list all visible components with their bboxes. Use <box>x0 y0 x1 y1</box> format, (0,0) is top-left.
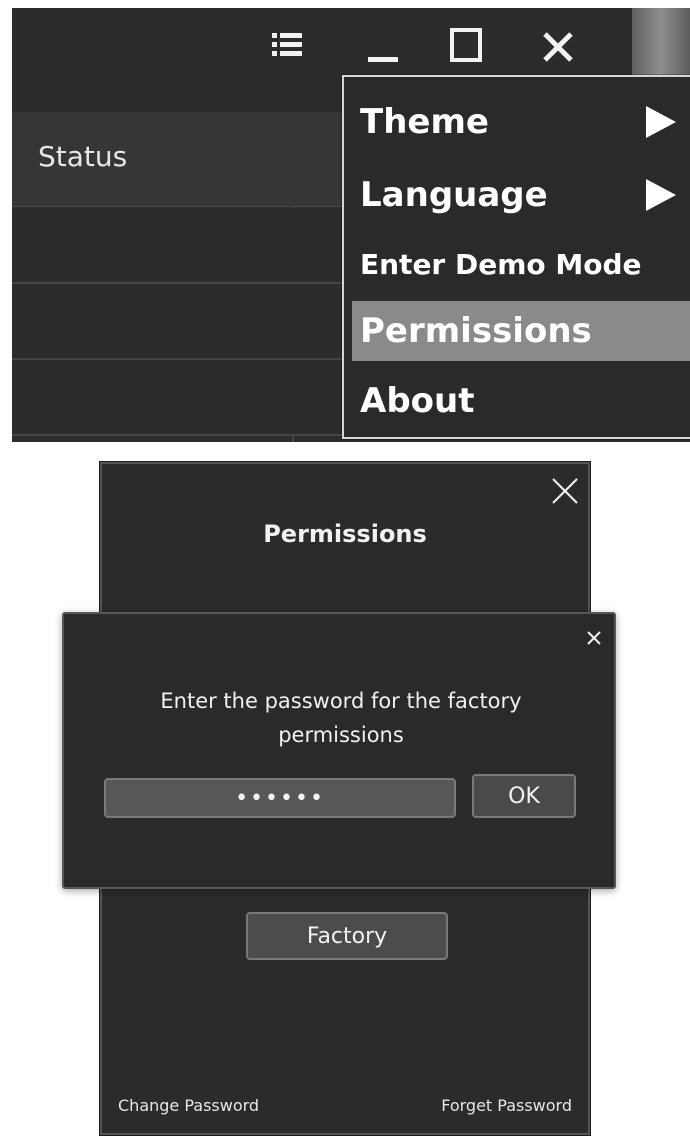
password-prompt-text: Enter the password for the factory permi… <box>160 689 522 747</box>
menu-item-label: Enter Demo Mode <box>360 247 642 281</box>
forget-password-link[interactable]: Forget Password <box>441 1096 572 1115</box>
menu-item-enter-demo-mode[interactable]: Enter Demo Mode <box>352 231 690 297</box>
password-dialog: Enter the password for the factory permi… <box>62 612 616 889</box>
permissions-title: Permissions <box>263 520 427 548</box>
maximize-icon[interactable] <box>444 26 488 66</box>
main-window: Status Theme Language Enter Demo Mode Pe… <box>12 8 690 442</box>
factory-button[interactable]: Factory <box>246 912 448 960</box>
menu-item-language[interactable]: Language <box>352 159 690 231</box>
change-password-link[interactable]: Change Password <box>118 1096 259 1115</box>
minimize-icon[interactable] <box>364 32 402 66</box>
close-icon[interactable] <box>584 628 604 648</box>
menu-icon[interactable] <box>270 28 306 62</box>
close-icon[interactable] <box>536 26 580 66</box>
menu-item-label: Language <box>360 175 548 215</box>
menu-item-label: Permissions <box>360 311 592 351</box>
settings-dropdown-menu: Theme Language Enter Demo Mode Permissio… <box>342 75 690 439</box>
menu-item-label: Theme <box>360 102 489 142</box>
menu-item-theme[interactable]: Theme <box>352 89 690 155</box>
password-input[interactable] <box>104 778 456 818</box>
menu-item-label: About <box>360 381 475 421</box>
menu-item-about[interactable]: About <box>352 367 690 435</box>
submenu-arrow-icon <box>646 179 676 211</box>
ok-button[interactable]: OK <box>472 774 576 818</box>
submenu-arrow-icon <box>646 106 676 138</box>
close-icon[interactable] <box>548 474 582 508</box>
status-column-header: Status <box>38 140 128 173</box>
menu-item-permissions[interactable]: Permissions <box>352 301 690 361</box>
